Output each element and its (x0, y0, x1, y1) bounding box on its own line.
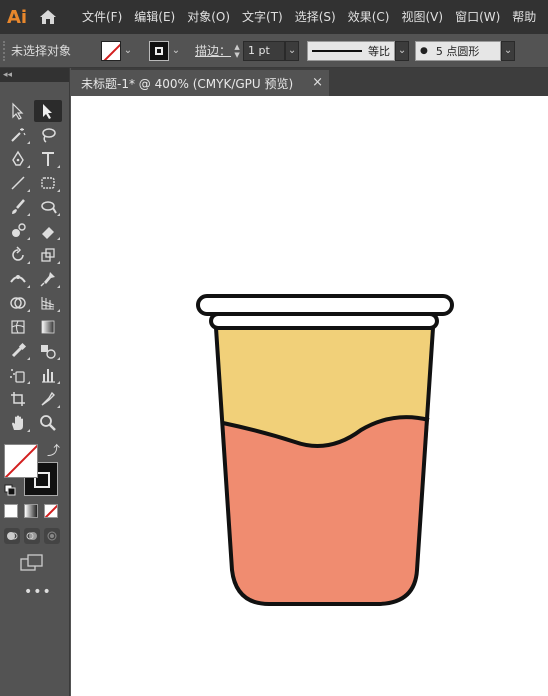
selection-tool-icon[interactable] (4, 100, 32, 122)
panel-grip[interactable] (3, 40, 7, 61)
cup-rim (209, 312, 439, 330)
tool-grid (4, 100, 64, 436)
draw-behind-icon[interactable] (24, 528, 40, 544)
profile-label: 等比 (368, 44, 391, 58)
cup-lid (196, 294, 454, 316)
menu-effect[interactable]: 效果(C) (342, 0, 396, 34)
menu-help[interactable]: 帮助 (506, 0, 542, 34)
lasso-tool-icon[interactable] (34, 124, 62, 146)
pen-tool-icon[interactable] (4, 148, 32, 170)
document-tab[interactable]: 未标题-1* @ 400% (CMYK/GPU 预览) × (71, 70, 329, 96)
menu-file[interactable]: 文件(F) (76, 0, 128, 34)
scale-tool-icon[interactable] (34, 244, 62, 266)
perspective-grid-tool-icon[interactable] (34, 292, 62, 314)
color-mode-row (4, 504, 58, 518)
stroke-label[interactable]: 描边： (195, 42, 231, 59)
menu-edit[interactable]: 编辑(E) (128, 0, 181, 34)
shape-builder-tool-icon[interactable] (4, 292, 32, 314)
artboard-tool-icon[interactable] (4, 388, 32, 410)
app-logo: Ai (6, 6, 28, 28)
artboard-canvas[interactable] (71, 96, 548, 696)
selection-status: 未选择对象 (11, 44, 72, 58)
menu-bar: Ai 文件(F) 编辑(E) 对象(O) 文字(T) 选择(S) 效果(C) 视… (0, 0, 548, 34)
edit-toolbar-icon[interactable]: ••• (24, 584, 52, 600)
close-tab-icon[interactable]: × (312, 75, 323, 90)
tools-collapse-icon[interactable]: ◂◂ (0, 68, 69, 82)
stroke-line-preview (312, 49, 363, 52)
menu-select[interactable]: 选择(S) (289, 0, 342, 34)
drawing-modes (4, 528, 60, 544)
control-bar: 未选择对象 ⌄ ⌄ 描边： ▲ ▼ 1 pt ⌄ 等比 ⌄ ● 5 点圆形 ⌄ (0, 34, 548, 68)
brush-dropdown-icon[interactable]: ⌄ (501, 40, 516, 61)
stroke-swatch[interactable] (149, 40, 169, 61)
blob-brush-tool-icon[interactable] (4, 220, 32, 242)
hand-tool-icon[interactable] (4, 412, 32, 434)
stroke-weight-dropdown-icon[interactable]: ⌄ (285, 40, 300, 61)
rotate-tool-icon[interactable] (4, 244, 32, 266)
fill-stroke-controls: ⤴ (4, 440, 64, 500)
menu-window[interactable]: 窗口(W) (449, 0, 506, 34)
magic-wand-tool-icon[interactable] (4, 124, 32, 146)
none-mode-icon[interactable] (44, 504, 58, 518)
fill-color-box[interactable] (4, 444, 38, 478)
color-mode-icon[interactable] (4, 504, 18, 518)
tools-panel: ◂◂ ⤴ ••• (0, 68, 70, 696)
menu-type[interactable]: 文字(T) (236, 0, 289, 34)
gradient-mode-icon[interactable] (24, 504, 38, 518)
slice-tool-icon[interactable] (34, 388, 62, 410)
document-title: 未标题-1* @ 400% (CMYK/GPU 预览) (81, 76, 294, 91)
line-segment-tool-icon[interactable] (4, 172, 32, 194)
gradient-tool-icon[interactable] (34, 316, 62, 338)
draw-normal-icon[interactable] (4, 528, 20, 544)
direct-selection-tool-icon[interactable] (34, 100, 62, 122)
puppet-warp-tool-icon[interactable] (34, 268, 62, 290)
symbol-sprayer-tool-icon[interactable] (4, 364, 32, 386)
stroke-dropdown-icon[interactable]: ⌄ (169, 41, 183, 61)
eraser-tool-icon[interactable] (34, 220, 62, 242)
column-graph-tool-icon[interactable] (34, 364, 62, 386)
brush-dot-icon: ● (420, 45, 428, 56)
screen-mode-icon[interactable] (20, 554, 44, 572)
draw-inside-icon[interactable] (44, 528, 60, 544)
eyedropper-tool-icon[interactable] (4, 340, 32, 362)
home-icon[interactable] (34, 0, 62, 34)
paintbrush-tool-icon[interactable] (4, 196, 32, 218)
brush-definition[interactable]: ● 5 点圆形 (415, 40, 502, 61)
document-tab-bar: 未标题-1* @ 400% (CMYK/GPU 预览) × (71, 68, 548, 96)
width-tool-icon[interactable] (4, 268, 32, 290)
stroke-weight-spinner-icon[interactable]: ▲ ▼ (231, 41, 243, 61)
mesh-tool-icon[interactable] (4, 316, 32, 338)
brush-label: 5 点圆形 (435, 44, 480, 58)
blend-tool-icon[interactable] (34, 340, 62, 362)
type-tool-icon[interactable] (34, 148, 62, 170)
swap-fill-stroke-icon[interactable]: ⤴ (47, 440, 60, 459)
fill-swatch[interactable] (101, 40, 121, 61)
rectangle-tool-icon[interactable] (34, 172, 62, 194)
stroke-weight-input[interactable]: 1 pt (243, 40, 286, 61)
cup-illustration (196, 294, 454, 606)
menu-view[interactable]: 视图(V) (395, 0, 449, 34)
fill-dropdown-icon[interactable]: ⌄ (121, 41, 135, 61)
zoom-tool-icon[interactable] (34, 412, 62, 434)
variable-width-profile[interactable]: 等比 (307, 40, 396, 61)
profile-dropdown-icon[interactable]: ⌄ (395, 40, 410, 61)
shaper-tool-icon[interactable] (34, 196, 62, 218)
default-fill-stroke-icon[interactable] (4, 484, 16, 496)
menu-object[interactable]: 对象(O) (181, 0, 236, 34)
